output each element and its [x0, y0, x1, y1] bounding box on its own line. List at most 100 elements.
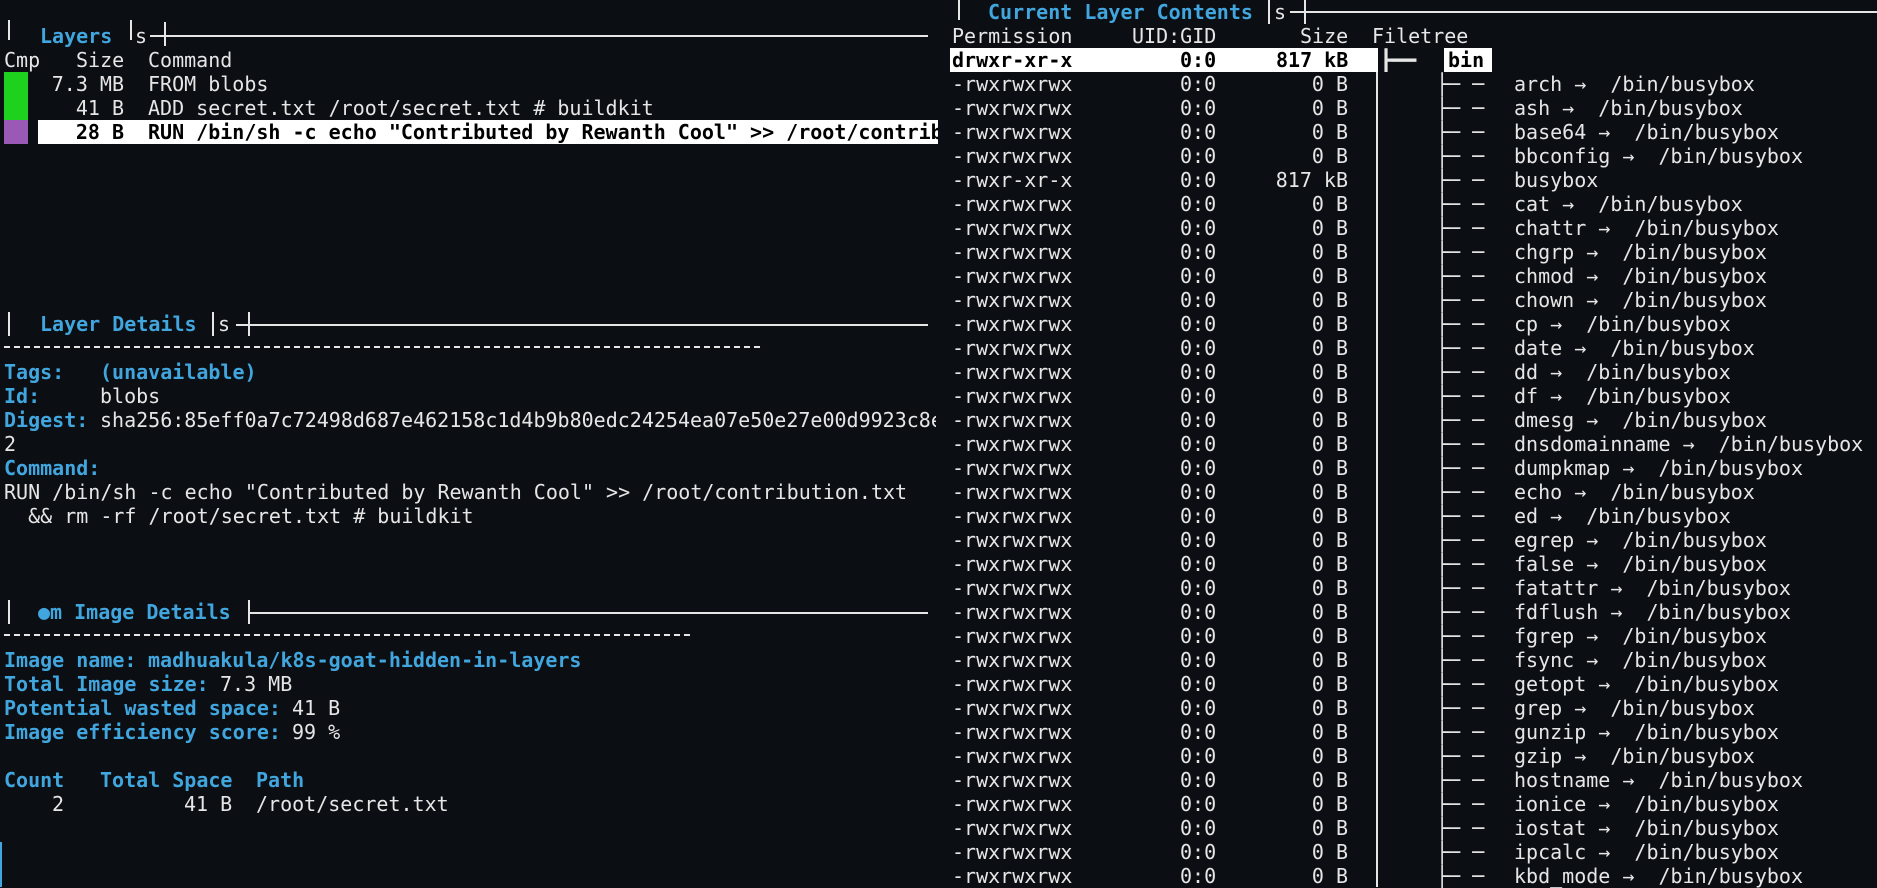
file-size: 0 B — [1311, 600, 1348, 624]
pane-title-line — [236, 324, 928, 326]
tree-connector: ├─ ─ — [1436, 96, 1485, 120]
file-row[interactable] — [950, 312, 1877, 336]
tree-connector: ┣━━ — [1380, 48, 1417, 72]
dir-name[interactable]: bin — [1448, 48, 1484, 72]
tree-connector: ├─ ─ — [1436, 600, 1485, 624]
file-size: 0 B — [1311, 192, 1348, 216]
count-header: Count — [4, 768, 65, 792]
col-permission-header: Permission — [952, 24, 1073, 48]
file-name: busybox — [1514, 168, 1599, 192]
tags-value: (unavailable) — [100, 360, 257, 384]
file-size: 0 B — [1311, 792, 1348, 816]
command-line-1: RUN /bin/sh -c echo "Contributed by Rewa… — [4, 480, 908, 504]
tree-connector: ├─ ─ — [1436, 288, 1485, 312]
layer-cmp-swatch — [4, 72, 28, 96]
tree-connector: ├─ ─ — [1436, 144, 1485, 168]
file-permission: -rwxrwxrwx — [952, 408, 1073, 432]
efficiency-label: Image efficiency score: — [4, 720, 281, 744]
file-name: ionice → /bin/busybox — [1514, 792, 1779, 816]
image-size-value: 7.3 MB — [220, 672, 293, 696]
file-uidgid: 0:0 — [1180, 552, 1217, 576]
file-name: base64 → /bin/busybox — [1514, 120, 1779, 144]
file-size: 0 B — [1311, 120, 1348, 144]
layer-command[interactable]: RUN /bin/sh -c echo "Contributed by Rewa… — [148, 120, 938, 144]
file-row[interactable] — [950, 360, 1877, 384]
file-uidgid: 0:0 — [1180, 288, 1217, 312]
file-permission: -rwxrwxrwx — [952, 768, 1073, 792]
file-row[interactable] — [950, 504, 1877, 528]
tree-connector: ├─ ─ — [1436, 792, 1485, 816]
file-uidgid: 0:0 — [1180, 360, 1217, 384]
layer-cmp-swatch — [4, 120, 28, 144]
file-size: 0 B — [1311, 552, 1348, 576]
tree-connector: ├─ ─ — [1436, 744, 1485, 768]
file-row[interactable] — [950, 384, 1877, 408]
layer-command[interactable]: FROM blobs — [148, 72, 938, 96]
file-size: 0 B — [1311, 144, 1348, 168]
tree-connector: ├─ ─ — [1436, 432, 1485, 456]
pane-border — [8, 20, 10, 40]
file-uidgid: 0:0 — [1180, 648, 1217, 672]
file-permission: -rwxrwxrwx — [952, 648, 1073, 672]
file-name: grep → /bin/busybox — [1514, 696, 1755, 720]
tree-connector: ├─ ─ — [1436, 768, 1485, 792]
file-size: 0 B — [1311, 648, 1348, 672]
col-filetree-header: Filetree — [1372, 24, 1469, 48]
file-name: ed → /bin/busybox — [1514, 504, 1731, 528]
tree-connector: ├─ ─ — [1436, 696, 1485, 720]
filter-hint: s — [218, 312, 231, 336]
efficiency-value: 99 % — [292, 720, 341, 744]
file-permission: -rwxrwxrwx — [952, 144, 1073, 168]
file-uidgid: 0:0 — [1180, 120, 1217, 144]
file-permission: -rwxrwxrwx — [952, 552, 1073, 576]
file-permission: -rwxrwxrwx — [952, 720, 1073, 744]
file-uidgid: 0:0 — [1180, 432, 1217, 456]
file-name: dumpkmap → /bin/busybox — [1514, 456, 1803, 480]
command-line-2: && rm -rf /root/secret.txt # buildkit — [4, 504, 474, 528]
file-size: 0 B — [1311, 672, 1348, 696]
tree-connector: ├─ ─ — [1436, 72, 1485, 96]
filter-hint: s — [1274, 0, 1287, 24]
layer-command[interactable]: ADD secret.txt /root/secret.txt # buildk… — [148, 96, 938, 120]
file-name: chmod → /bin/busybox — [1514, 264, 1767, 288]
col-uidgid-header: UID:GID — [1132, 24, 1217, 48]
tree-connector: ├─ ─ — [1436, 120, 1485, 144]
col-size-header: Size — [76, 48, 125, 72]
wasted-count: 2 — [52, 792, 65, 816]
file-permission: -rwxrwxrwx — [952, 792, 1073, 816]
tree-connector: ├─ ─ — [1436, 312, 1485, 336]
file-uidgid: 0:0 — [1180, 696, 1217, 720]
file-permission: -rwxrwxrwx — [952, 600, 1073, 624]
layer-size: 41 B — [75, 96, 124, 120]
file-permission: -rwxrwxrwx — [952, 432, 1073, 456]
file-permission: -rwxrwxrwx — [952, 624, 1073, 648]
file-size: 0 B — [1311, 696, 1348, 720]
pane-border — [8, 312, 10, 336]
file-uidgid: 0:0 — [1180, 192, 1217, 216]
col-cmp-header: Cmp — [4, 48, 41, 72]
file-permission: -rwxrwxrwx — [952, 456, 1073, 480]
file-size: 0 B — [1311, 216, 1348, 240]
file-size: 0 B — [1311, 456, 1348, 480]
file-permission: -rwxrwxrwx — [952, 360, 1073, 384]
wasted-total-space: 41 B — [184, 792, 233, 816]
wasted-space-value: 41 B — [292, 696, 341, 720]
tree-connector: ├─ ─ — [1436, 528, 1485, 552]
tree-connector: ├─ ─ — [1436, 384, 1485, 408]
file-permission: -rwxrwxrwx — [952, 120, 1073, 144]
tree-connector: ├─ ─ — [1436, 192, 1485, 216]
file-permission: -rwxrwxrwx — [952, 312, 1073, 336]
file-row[interactable] — [950, 168, 1877, 192]
file-permission: -rwxrwxrwx — [952, 240, 1073, 264]
pane-border — [1304, 0, 1306, 24]
file-uidgid: 0:0 — [1180, 840, 1217, 864]
tree-connector: ├─ ─ — [1436, 840, 1485, 864]
divider — [4, 346, 760, 348]
wasted-path: /root/secret.txt — [256, 792, 449, 816]
file-name: hostname → /bin/busybox — [1514, 768, 1803, 792]
tree-connector: ├─ ─ — [1436, 864, 1485, 888]
file-name: chattr → /bin/busybox — [1514, 216, 1779, 240]
file-size: 0 B — [1311, 96, 1348, 120]
file-permission: -rwxrwxrwx — [952, 264, 1073, 288]
file-permission: -rwxrwxrwx — [952, 480, 1073, 504]
